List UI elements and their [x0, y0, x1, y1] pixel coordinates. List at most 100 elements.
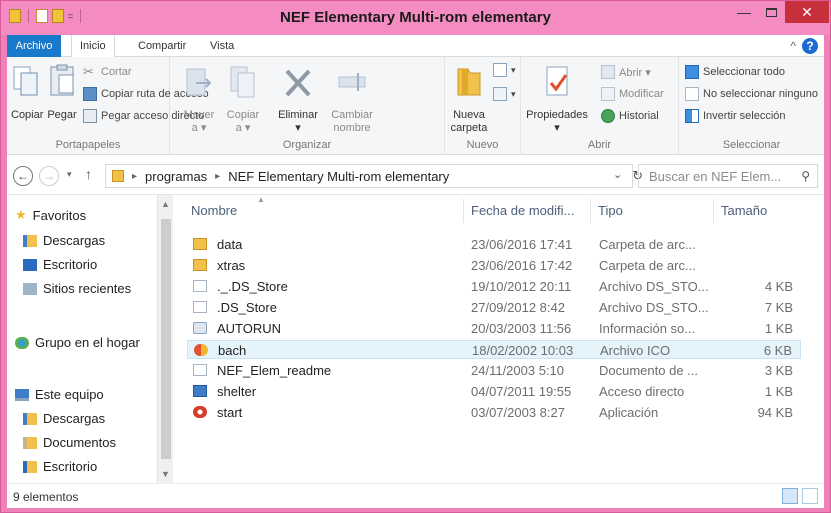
column-header-type[interactable]: Tipo — [598, 203, 623, 218]
search-input[interactable]: Buscar en NEF Elem... ⚲ — [638, 164, 818, 188]
copy-to-icon — [230, 66, 255, 98]
file-name: bach — [218, 343, 247, 358]
search-icon[interactable]: ⚲ — [801, 169, 810, 183]
file-row[interactable]: start 03/07/2003 8:27 Aplicación 94 KB — [187, 403, 801, 422]
modify-button[interactable]: Modificar — [601, 87, 664, 101]
history-label: Historial — [619, 110, 659, 122]
address-bar[interactable]: ▸ programas ▸ NEF Elementary Multi-rom e… — [105, 164, 633, 188]
column-header-date[interactable]: Fecha de modifi... — [471, 203, 574, 218]
copy-to-label: Copiar — [226, 109, 260, 121]
ribbon-tabs: Archivo Inicio Compartir Vista ^ ? — [7, 35, 824, 57]
new-folder-label-2: carpeta — [450, 122, 488, 134]
tab-compartir[interactable]: Compartir — [138, 35, 186, 57]
window-title: NEF Elementary Multi-rom elementary — [280, 9, 551, 26]
nav-item-este-equipo[interactable]: Este equipo — [15, 387, 155, 402]
tab-archivo[interactable]: Archivo — [7, 35, 61, 57]
open-group: Propiedades ▾ Abrir ▾ Modificar Historia… — [521, 57, 679, 155]
scroll-up-icon[interactable]: ▲ — [161, 199, 170, 209]
copy-to-button[interactable]: Copiar a ▾ — [224, 63, 262, 135]
file-row[interactable]: NEF_Elem_readme 24/11/2003 5:10 Document… — [187, 361, 801, 380]
nav-item-label: Escritorio — [43, 257, 98, 272]
desktop-folder-icon — [23, 460, 37, 473]
file-row[interactable]: AUTORUN 20/03/2003 11:56 Información so.… — [187, 319, 801, 338]
file-type: Carpeta de arc... — [599, 237, 696, 252]
nav-item-favoritos[interactable]: ★ Favoritos — [15, 207, 155, 223]
move-to-button[interactable]: Mover a ▾ — [180, 63, 218, 135]
paste-button[interactable]: Pegar — [47, 63, 77, 122]
nav-item-label: Favoritos — [32, 207, 87, 223]
column-header-size[interactable]: Tamaño — [721, 203, 767, 218]
rename-button[interactable]: Cambiar nombre — [328, 63, 376, 135]
invert-selection-button[interactable]: Invertir selección — [685, 109, 786, 123]
close-button[interactable]: ✕ — [785, 1, 829, 23]
column-header-name[interactable]: Nombre — [191, 203, 237, 218]
select-none-button[interactable]: No seleccionar ninguno — [685, 87, 818, 101]
properties-button[interactable]: Propiedades ▾ — [525, 63, 589, 135]
recent-locations-dropdown-icon[interactable]: ▾ — [67, 169, 72, 180]
item-count: 9 elementos — [13, 490, 79, 504]
file-name: NEF_Elem_readme — [217, 363, 332, 378]
breadcrumb-current-folder[interactable]: NEF Elementary Multi-rom elementary — [228, 169, 449, 184]
file-row-selected[interactable]: bach 18/02/2002 10:03 Archivo ICO 6 KB — [187, 340, 801, 359]
file-row[interactable]: xtras 23/06/2016 17:42 Carpeta de arc... — [187, 256, 801, 275]
large-icons-view-icon[interactable] — [802, 488, 818, 504]
tab-inicio[interactable]: Inicio — [71, 35, 115, 57]
maximize-button[interactable] — [758, 1, 784, 23]
breadcrumb-separator-icon[interactable]: ▸ — [215, 171, 220, 182]
cut-button[interactable]: ✂ Cortar — [83, 65, 132, 79]
easy-access-button[interactable]: ▾ — [493, 87, 516, 101]
breadcrumb-separator-icon[interactable]: ▸ — [132, 171, 137, 182]
title-bar[interactable]: = NEF Elementary Multi-rom elementary — … — [1, 1, 830, 35]
nav-item-grupo-hogar[interactable]: Grupo en el hogar — [15, 335, 149, 350]
nav-item-label: Grupo en el hogar — [35, 335, 140, 350]
forward-button[interactable]: → — [39, 166, 59, 186]
file-date: 23/06/2016 17:41 — [471, 237, 573, 252]
new-item-button[interactable]: ▾ — [493, 63, 516, 77]
tab-vista[interactable]: Vista — [210, 35, 234, 57]
nav-item-escritorio[interactable]: Escritorio — [23, 257, 163, 272]
copy-button[interactable]: Copiar — [11, 63, 43, 122]
file-row[interactable]: ._.DS_Store 19/10/2012 20:11 Archivo DS_… — [187, 277, 801, 296]
column-separator[interactable] — [590, 199, 591, 223]
column-separator[interactable] — [463, 199, 464, 223]
up-arrow-icon[interactable]: ↑ — [85, 166, 92, 182]
desktop-icon — [23, 258, 37, 271]
nav-item-documentos[interactable]: Documentos — [23, 435, 163, 450]
minimize-button[interactable]: — — [731, 1, 757, 23]
forward-arrow-icon: → — [43, 169, 55, 183]
column-separator[interactable] — [713, 199, 714, 223]
address-dropdown-icon[interactable]: ⌄ — [613, 168, 622, 184]
history-button[interactable]: Historial — [601, 109, 659, 123]
help-icon[interactable]: ? — [802, 38, 818, 54]
delete-button[interactable]: Eliminar ▾ — [274, 63, 322, 135]
open-button[interactable]: Abrir ▾ — [601, 65, 651, 79]
nav-pane-scrollbar[interactable]: ▲ ▼ — [157, 195, 173, 483]
file-date: 20/03/2003 11:56 — [471, 321, 572, 336]
back-arrow-icon: ← — [17, 169, 29, 183]
file-row[interactable]: .DS_Store 27/09/2012 8:42 Archivo DS_STO… — [187, 298, 801, 317]
file-type: Aplicación — [599, 405, 659, 420]
search-placeholder: Buscar en NEF Elem... — [649, 169, 782, 184]
nav-item-escritorio-2[interactable]: Escritorio — [23, 459, 163, 474]
nav-item-descargas-2[interactable]: Descargas — [23, 411, 163, 426]
nav-item-sitios-recientes[interactable]: Sitios recientes — [23, 281, 147, 296]
file-row[interactable]: data 23/06/2016 17:41 Carpeta de arc... — [187, 235, 801, 254]
select-all-button[interactable]: Seleccionar todo — [685, 65, 785, 79]
breadcrumb-programas[interactable]: programas — [145, 169, 207, 184]
nav-item-descargas[interactable]: Descargas — [23, 233, 163, 248]
maximize-icon — [765, 7, 777, 17]
scroll-down-icon[interactable]: ▼ — [161, 469, 170, 479]
collapse-ribbon-icon[interactable]: ^ — [790, 39, 796, 53]
open-icon — [601, 65, 615, 79]
open-label: Abrir ▾ — [619, 66, 651, 79]
file-type: Información so... — [599, 321, 696, 336]
back-button[interactable]: ← — [13, 166, 33, 186]
file-row[interactable]: shelter 04/07/2011 19:55 Acceso directo … — [187, 382, 801, 401]
invert-selection-label: Invertir selección — [703, 110, 786, 122]
file-name: start — [217, 405, 243, 420]
easy-access-icon — [493, 87, 507, 101]
scrollbar-thumb[interactable] — [161, 219, 171, 459]
nav-item-label: Documentos — [43, 435, 116, 450]
new-folder-button[interactable]: Nueva carpeta — [449, 63, 489, 135]
details-view-icon[interactable] — [782, 488, 798, 504]
